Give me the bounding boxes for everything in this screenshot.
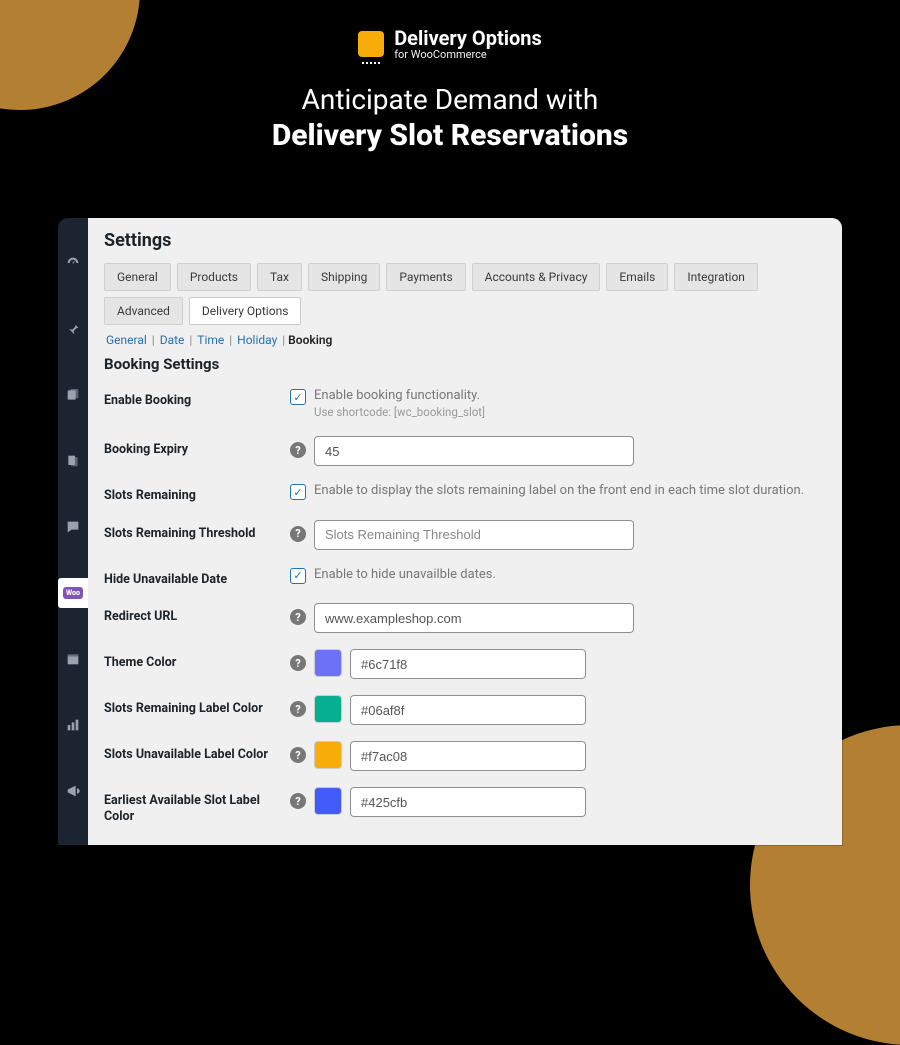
subtab-holiday[interactable]: Holiday [237, 333, 277, 347]
earliest-color-swatch[interactable] [314, 787, 342, 815]
help-icon[interactable]: ? [290, 793, 306, 809]
enable-booking-checkbox[interactable] [290, 389, 306, 405]
settings-tabs: General Products Tax Shipping Payments A… [104, 263, 826, 325]
tab-delivery-options[interactable]: Delivery Options [189, 297, 302, 325]
remaining-color-swatch[interactable] [314, 695, 342, 723]
nav-analytics[interactable] [58, 710, 88, 740]
nav-woocommerce[interactable]: Woo [58, 578, 88, 608]
package-icon [358, 31, 384, 57]
enable-booking-subtext: Use shortcode: [wc_booking_slot] [314, 405, 485, 421]
tab-emails[interactable]: Emails [606, 263, 668, 291]
delivery-subtabs: General | Date | Time | Holiday | Bookin… [104, 333, 826, 347]
headline-line1: Anticipate Demand with [302, 83, 599, 116]
woo-icon: Woo [63, 587, 83, 599]
page-title: Settings [104, 230, 826, 251]
nav-comments[interactable] [58, 512, 88, 542]
brand-subtitle: for WooCommerce [394, 49, 542, 61]
brand-title: Delivery Options [394, 28, 542, 49]
hide-unavailable-checkbox[interactable] [290, 568, 306, 584]
slots-remaining-text: Enable to display the slots remaining la… [314, 482, 804, 500]
theme-color-label: Theme Color [104, 649, 290, 671]
subtab-general[interactable]: General [106, 333, 147, 347]
tab-general[interactable]: General [104, 263, 171, 291]
tab-tax[interactable]: Tax [257, 263, 302, 291]
wp-admin-sidebar: Woo [58, 218, 88, 845]
remaining-color-input[interactable] [350, 695, 586, 725]
enable-booking-text: Enable booking functionality. [314, 388, 480, 403]
earliest-color-label: Earliest Available Slot Label Color [104, 787, 290, 824]
unavailable-color-swatch[interactable] [314, 741, 342, 769]
help-icon[interactable]: ? [290, 655, 306, 671]
help-icon[interactable]: ? [290, 701, 306, 717]
booking-expiry-label: Booking Expiry [104, 436, 290, 458]
slots-remaining-checkbox[interactable] [290, 484, 306, 500]
nav-products[interactable] [58, 644, 88, 674]
threshold-input[interactable] [314, 520, 634, 550]
nav-marketing[interactable] [58, 776, 88, 806]
threshold-label: Slots Remaining Threshold [104, 520, 290, 542]
hide-unavailable-text: Enable to hide unavailble dates. [314, 566, 496, 584]
help-icon[interactable]: ? [290, 526, 306, 542]
help-icon[interactable]: ? [290, 609, 306, 625]
unavailable-color-label: Slots Unavailable Label Color [104, 741, 290, 763]
nav-pages[interactable] [58, 446, 88, 476]
headline-line2: Delivery Slot Reservations [0, 118, 900, 153]
earliest-color-input[interactable] [350, 787, 586, 817]
tab-products[interactable]: Products [177, 263, 251, 291]
theme-color-swatch[interactable] [314, 649, 342, 677]
enable-booking-label: Enable Booking [104, 387, 290, 409]
hide-unavailable-label: Hide Unavailable Date [104, 566, 290, 588]
nav-pin[interactable] [58, 314, 88, 344]
booking-expiry-input[interactable] [314, 436, 634, 466]
brand-logo: Delivery Options for WooCommerce [358, 28, 542, 61]
redirect-input[interactable] [314, 603, 634, 633]
subtab-date[interactable]: Date [160, 333, 185, 347]
section-title: Booking Settings [104, 355, 826, 373]
tab-payments[interactable]: Payments [386, 263, 465, 291]
subtab-time[interactable]: Time [197, 333, 224, 347]
help-icon[interactable]: ? [290, 747, 306, 763]
settings-content: Settings General Products Tax Shipping P… [88, 218, 842, 845]
nav-media[interactable] [58, 380, 88, 410]
tab-advanced[interactable]: Advanced [104, 297, 183, 325]
tab-integration[interactable]: Integration [674, 263, 758, 291]
help-icon[interactable]: ? [290, 442, 306, 458]
theme-color-input[interactable] [350, 649, 586, 679]
admin-panel: Woo Settings General Products Tax Shippi… [58, 218, 842, 845]
unavailable-color-input[interactable] [350, 741, 586, 771]
remaining-color-label: Slots Remaining Label Color [104, 695, 290, 717]
tab-accounts[interactable]: Accounts & Privacy [472, 263, 601, 291]
tab-shipping[interactable]: Shipping [308, 263, 380, 291]
redirect-label: Redirect URL [104, 603, 290, 625]
subtab-booking: Booking [288, 333, 332, 347]
slots-remaining-label: Slots Remaining [104, 482, 290, 504]
nav-dashboard[interactable] [58, 248, 88, 278]
